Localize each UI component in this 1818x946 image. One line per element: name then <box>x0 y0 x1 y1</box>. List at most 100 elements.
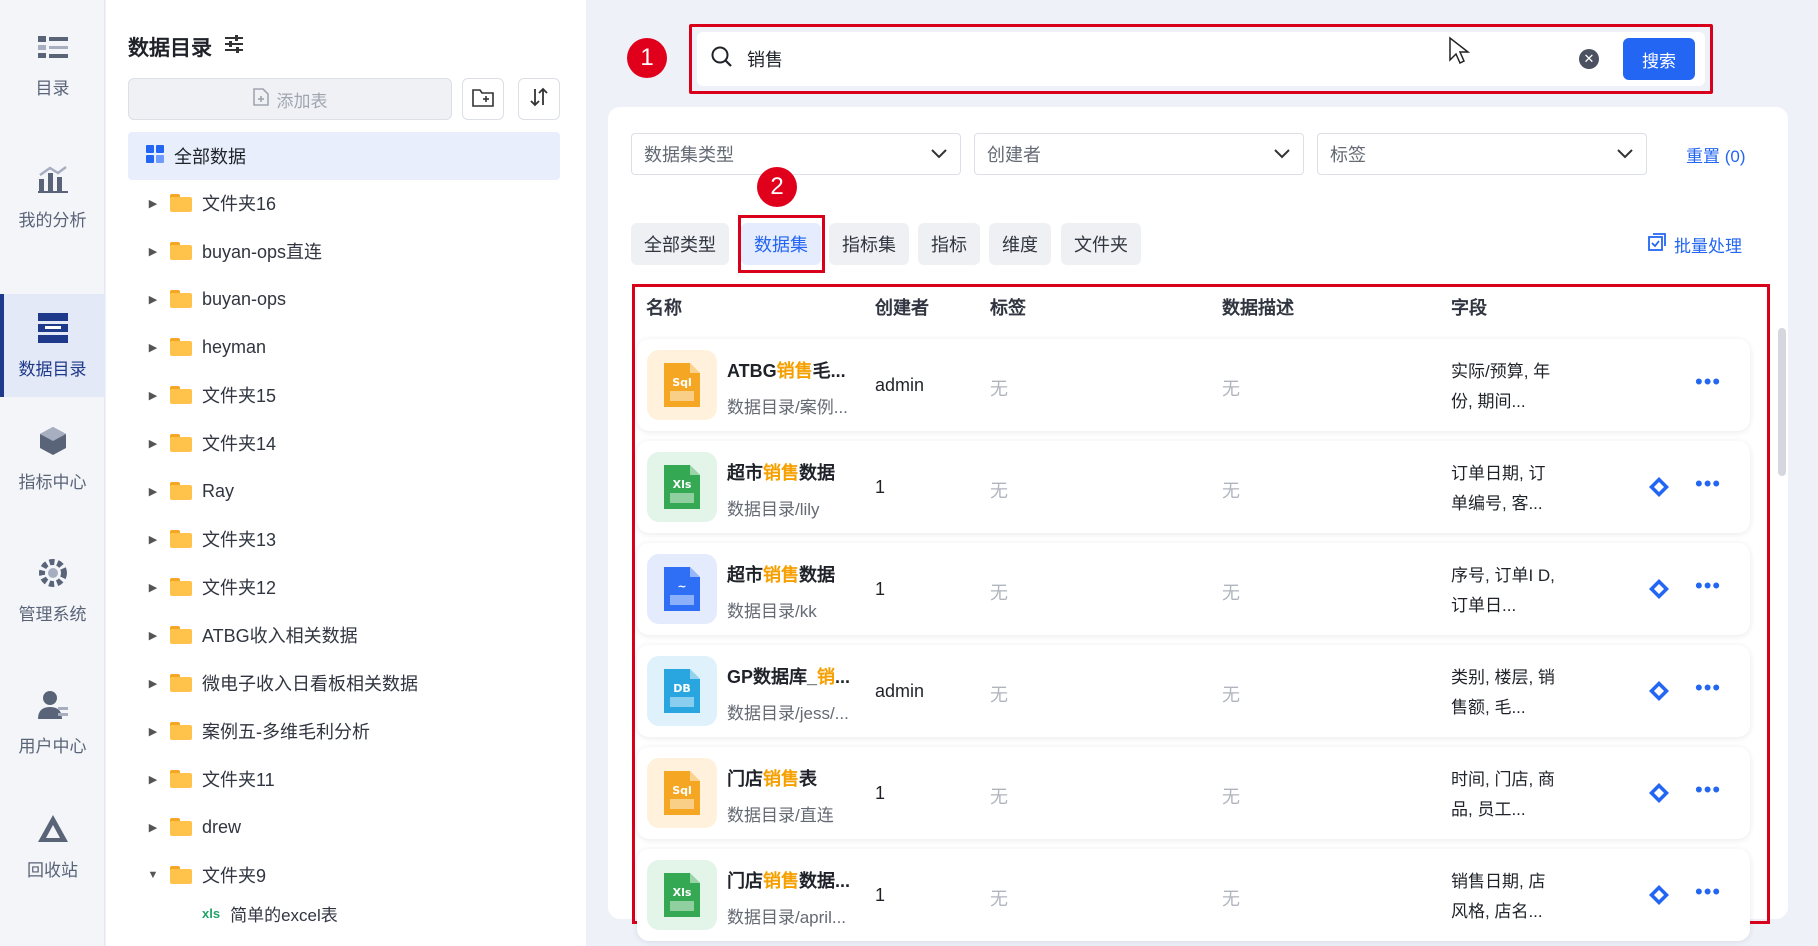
chip-dimension[interactable]: 维度 <box>989 223 1051 265</box>
reset-filters-link[interactable]: 重置 (0) <box>1686 142 1746 167</box>
dataset-name[interactable]: GP数据库_销... <box>727 663 850 689</box>
new-folder-button[interactable] <box>462 78 504 120</box>
tree-item-folder[interactable]: ▶ 案例五-多维毛利分析 <box>146 711 370 751</box>
table-row[interactable]: Xls 门店销售数据... 数据目录/april... 1 无 无 销售日期, 店风格, 店… <box>637 849 1750 941</box>
caret-right-icon[interactable]: ▶ <box>146 628 160 642</box>
dataset-creator: 1 <box>875 579 886 599</box>
nav-item-my-analysis[interactable]: 我的分析 <box>0 146 105 246</box>
dataset-name[interactable]: 超市销售数据 <box>727 561 835 587</box>
dataset-path: 数据目录/april... <box>727 908 847 927</box>
chip-metric[interactable]: 指标 <box>918 223 980 265</box>
filter-settings-icon[interactable] <box>224 34 244 60</box>
dataset-type-select[interactable]: 数据集类型 <box>631 133 961 175</box>
diamond-icon[interactable] <box>1649 579 1669 599</box>
nav-label: 管理系统 <box>18 604 87 624</box>
dataset-name[interactable]: 超市销售数据 <box>727 459 835 485</box>
tag-select[interactable]: 标签 <box>1317 133 1647 175</box>
table-row[interactable]: Sql 门店销售表 数据目录/直连 1 无 无 时间, 门店, 商品, 员工... ••• <box>637 747 1750 839</box>
sort-icon <box>529 87 549 112</box>
caret-right-icon[interactable]: ▶ <box>146 676 160 690</box>
tree-item-folder[interactable]: ▼ 文件夹9 <box>146 855 266 895</box>
table-row[interactable]: ~ 超市销售数据 数据目录/kk 1 无 无 序号, 订单I D, 订单日... ••• <box>637 543 1750 635</box>
diamond-icon[interactable] <box>1649 885 1669 905</box>
add-table-button[interactable]: 添加表 <box>128 78 452 120</box>
nav-item-admin[interactable]: 管理系统 <box>0 540 105 640</box>
tree-item-folder[interactable]: ▶ 文件夹11 <box>146 759 275 799</box>
caret-right-icon[interactable]: ▶ <box>146 340 160 354</box>
tree-item-label: buyan-ops <box>202 288 287 309</box>
dataset-description: 无 <box>1222 787 1240 807</box>
dataset-name[interactable]: 门店销售数据... <box>727 867 850 893</box>
tree-item-folder[interactable]: ▶ heyman <box>146 327 266 367</box>
nav-item-metrics-center[interactable]: 指标中心 <box>0 408 105 508</box>
tree-item-folder[interactable]: ▶ drew <box>146 807 241 847</box>
more-options-icon[interactable]: ••• <box>1695 879 1721 905</box>
sort-button[interactable] <box>518 78 560 120</box>
tree-item-folder[interactable]: ▶ 文件夹12 <box>146 567 276 607</box>
chip-folder[interactable]: 文件夹 <box>1061 223 1141 265</box>
tree-item-folder[interactable]: ▶ 文件夹15 <box>146 375 276 415</box>
batch-process-button[interactable]: 批量处理 <box>1648 232 1742 257</box>
tree-item-label: 文件夹12 <box>202 578 277 598</box>
tree-item-folder[interactable]: ▶ ATBG收入相关数据 <box>146 615 358 655</box>
table-row[interactable]: DB GP数据库_销... 数据目录/jess/... admin 无 无 类别, 楼层, … <box>637 645 1750 737</box>
dataset-name[interactable]: 门店销售表 <box>727 765 817 791</box>
name-highlight: 销售 <box>763 463 799 483</box>
column-header-name: 名称 <box>646 298 682 318</box>
creator-select[interactable]: 创建者 <box>974 133 1304 175</box>
more-options-icon[interactable]: ••• <box>1695 369 1721 395</box>
nav-item-recycle-bin[interactable]: 回收站 <box>0 796 105 896</box>
dataset-name[interactable]: ATBG销售毛... <box>727 357 846 383</box>
caret-right-icon[interactable]: ▶ <box>146 244 160 258</box>
caret-right-icon[interactable]: ▶ <box>146 580 160 594</box>
clear-search-icon[interactable]: ✕ <box>1579 49 1599 69</box>
more-options-icon[interactable]: ••• <box>1695 573 1721 599</box>
tree-item-folder[interactable]: ▶ buyan-ops <box>146 279 286 319</box>
name-part: ATBG <box>727 361 777 381</box>
table-row[interactable]: Sql ATBG销售毛... 数据目录/案例... admin 无 无 实际/预算, 年份,… <box>637 339 1750 431</box>
caret-right-icon[interactable]: ▶ <box>146 484 160 498</box>
folder-icon <box>170 242 192 260</box>
caret-right-icon[interactable]: ▶ <box>146 820 160 834</box>
search-button[interactable]: 搜索 <box>1623 38 1695 80</box>
dataset-fields: 销售日期, 店风格, 店名... <box>1451 872 1546 921</box>
more-options-icon[interactable]: ••• <box>1695 471 1721 497</box>
nav-item-data-catalog[interactable]: 数据目录 <box>0 294 105 397</box>
table-row[interactable]: Xls 超市销售数据 数据目录/lily 1 无 无 订单日期, 订单编号, 客... ••• <box>637 441 1750 533</box>
nav-item-user-center[interactable]: 用户中心 <box>0 672 105 772</box>
chip-metric-set[interactable]: 指标集 <box>829 223 909 265</box>
caret-right-icon[interactable]: ▶ <box>146 724 160 738</box>
bar-chart-icon <box>36 162 70 196</box>
tree-item-folder[interactable]: ▶ 文件夹13 <box>146 519 276 559</box>
diamond-icon[interactable] <box>1649 477 1669 497</box>
caret-right-icon[interactable]: ▶ <box>146 196 160 210</box>
caret-right-icon[interactable]: ▶ <box>146 388 160 402</box>
tree-item-folder[interactable]: ▶ 文件夹14 <box>146 423 276 463</box>
dataset-path: 数据目录/kk <box>727 602 817 621</box>
caret-right-icon[interactable]: ▶ <box>146 436 160 450</box>
scrollbar[interactable] <box>1778 328 1786 476</box>
diamond-icon[interactable] <box>1649 681 1669 701</box>
caret-down-icon[interactable]: ▼ <box>146 868 160 882</box>
caret-right-icon[interactable]: ▶ <box>146 292 160 306</box>
dataset-tag: 无 <box>990 481 1008 501</box>
nav-item-catalog[interactable]: 目录 <box>0 14 105 114</box>
name-part: 门店 <box>727 871 763 891</box>
caret-right-icon[interactable]: ▶ <box>146 772 160 786</box>
folder-icon <box>170 338 192 356</box>
tree-item-folder[interactable]: ▶ 微电子收入日看板相关数据 <box>146 663 418 703</box>
folder-icon <box>170 866 192 884</box>
chip-all-types[interactable]: 全部类型 <box>631 223 729 265</box>
more-options-icon[interactable]: ••• <box>1695 675 1721 701</box>
tree-item-folder[interactable]: ▶ Ray <box>146 471 234 511</box>
tree-item-child[interactable]: xls 简单的excel表 <box>202 898 338 928</box>
more-options-icon[interactable]: ••• <box>1695 777 1721 803</box>
diamond-icon[interactable] <box>1649 783 1669 803</box>
tree-item-label: Ray <box>202 480 235 501</box>
tree-item-folder[interactable]: ▶ 文件夹16 <box>146 183 276 223</box>
caret-right-icon[interactable]: ▶ <box>146 532 160 546</box>
tree-item-label: buyan-ops直连 <box>202 242 323 262</box>
tree-item-all-data[interactable]: 全部数据 <box>128 132 560 180</box>
dataset-path: 数据目录/lily <box>727 500 820 519</box>
tree-item-folder[interactable]: ▶ buyan-ops直连 <box>146 231 322 271</box>
